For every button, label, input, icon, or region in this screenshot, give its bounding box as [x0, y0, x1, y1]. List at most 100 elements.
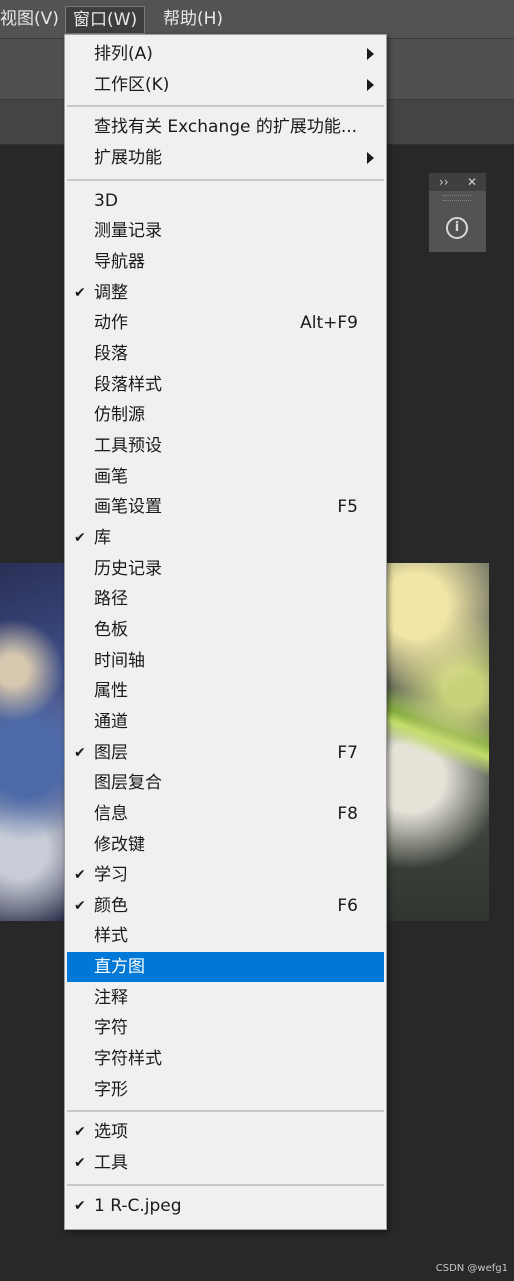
collapsed-info-panel: ›› ✕ i — [428, 172, 487, 253]
menu-item-label: 图层 — [94, 742, 128, 763]
menu-item[interactable]: 动作 Alt+F9 — [67, 308, 384, 338]
window-menu-dropdown: 排列(A) 工作区(K) 查找有关 Exchange 的扩展功能... 扩展功能 3D 测… — [64, 34, 387, 1230]
checkmark-icon: ✔ — [74, 867, 86, 884]
menu-view[interactable]: 视图(V) — [0, 0, 59, 38]
menu-item[interactable]: 工具预设 — [67, 431, 384, 461]
submenu-arrow-icon — [367, 78, 374, 91]
watermark: CSDN @wefg1 — [435, 1263, 508, 1274]
checkmark-icon: ✔ — [74, 1197, 86, 1214]
menu-item-label: 画笔设置 — [94, 497, 162, 518]
menu-item-label: 修改键 — [94, 834, 145, 855]
menu-item-label: 工具 — [94, 1153, 128, 1174]
document-image-left — [0, 563, 64, 921]
menu-item-label: 时间轴 — [94, 650, 145, 671]
menu-item-label: 排列(A) — [94, 44, 153, 64]
menu-item-label: 3D — [94, 190, 118, 211]
menu-item[interactable]: 图层复合 — [67, 768, 384, 798]
menu-item-label: 仿制源 — [94, 405, 145, 426]
menu-item[interactable]: 排列(A) — [67, 39, 384, 69]
menu-item[interactable]: ✔ 库 — [67, 523, 384, 553]
menu-separator — [67, 1110, 384, 1113]
menu-separator — [67, 178, 384, 181]
menu-window[interactable]: 窗口(W) — [65, 6, 146, 34]
menu-item-shortcut: Alt+F9 — [300, 313, 358, 334]
menu-item[interactable]: 导航器 — [67, 247, 384, 277]
double-chevron-right-icon[interactable]: ›› — [439, 173, 449, 191]
menu-item[interactable]: 色板 — [67, 615, 384, 645]
menu-item[interactable]: 路径 — [67, 584, 384, 614]
document-image-right — [384, 563, 489, 921]
menu-item-label: 段落 — [94, 343, 128, 364]
menu-item[interactable]: 段落样式 — [67, 370, 384, 400]
menu-item-label: 选项 — [94, 1122, 128, 1143]
menu-item-label: 颜色 — [94, 895, 128, 916]
submenu-arrow-icon — [367, 48, 374, 60]
menu-item[interactable]: 查找有关 Exchange 的扩展功能... — [67, 112, 384, 142]
submenu-arrow-icon — [367, 151, 374, 164]
menu-item[interactable]: 画笔 — [67, 462, 384, 492]
menu-item[interactable]: 时间轴 — [67, 646, 384, 676]
menu-item-label: 字形 — [94, 1079, 128, 1100]
menu-item-label: 动作 — [94, 313, 128, 334]
menu-item[interactable]: 直方图 — [67, 952, 384, 983]
menu-item-label: 画笔 — [94, 466, 128, 487]
menu-item[interactable]: 工作区(K) — [67, 70, 384, 100]
menu-item-label: 历史记录 — [94, 558, 162, 579]
menu-item[interactable]: 注释 — [67, 983, 384, 1013]
menu-separator — [67, 1183, 384, 1186]
menu-item[interactable]: 字符 — [67, 1013, 384, 1043]
menu-item[interactable]: ✔ 1 R-C.jpeg — [67, 1191, 384, 1221]
menu-item[interactable]: 属性 — [67, 676, 384, 706]
menu-item-label: 查找有关 Exchange 的扩展功能... — [94, 117, 358, 138]
menu-item[interactable]: 通道 — [67, 707, 384, 737]
checkmark-icon: ✔ — [74, 529, 86, 546]
menu-item-shortcut: F7 — [337, 742, 358, 763]
info-icon[interactable]: i — [446, 217, 468, 239]
menu-item[interactable]: 仿制源 — [67, 400, 384, 430]
menu-item[interactable]: ✔ 学习 — [67, 860, 384, 890]
menu-separator — [67, 105, 384, 108]
menu-item-label: 工作区(K) — [94, 74, 170, 95]
menu-item[interactable]: ✔ 选项 — [67, 1117, 384, 1147]
menu-item[interactable]: 字形 — [67, 1075, 384, 1105]
checkmark-icon: ✔ — [74, 1124, 86, 1141]
menu-item-label: 路径 — [94, 589, 128, 610]
checkmark-icon: ✔ — [74, 744, 86, 761]
menu-item[interactable]: 画笔设置 F5 — [67, 492, 384, 522]
menu-item-label: 属性 — [94, 681, 128, 702]
menu-item-label: 图层复合 — [94, 773, 162, 794]
menu-item-label: 测量记录 — [94, 221, 162, 242]
checkmark-icon: ✔ — [74, 1155, 86, 1172]
menu-item-shortcut: F8 — [337, 803, 358, 824]
menu-item[interactable]: 样式 — [67, 921, 384, 951]
menu-item-label: 色板 — [94, 619, 128, 640]
menu-item-label: 库 — [94, 527, 111, 548]
menu-item-label: 注释 — [94, 987, 128, 1008]
menu-item-label: 字符 — [94, 1018, 128, 1039]
menu-item[interactable]: ✔ 调整 — [67, 278, 384, 308]
panel-grip[interactable] — [443, 195, 471, 201]
close-icon[interactable]: ✕ — [467, 173, 477, 191]
menu-item-label: 样式 — [94, 926, 128, 947]
menu-item[interactable]: 3D — [67, 186, 384, 216]
menu-item-shortcut: F6 — [337, 895, 358, 916]
menu-item[interactable]: 历史记录 — [67, 554, 384, 584]
menu-item[interactable]: ✔ 工具 — [67, 1148, 384, 1178]
menu-item-label: 段落样式 — [94, 374, 162, 395]
checkmark-icon: ✔ — [74, 284, 86, 301]
menu-help[interactable]: 帮助(H) — [163, 0, 223, 38]
menu-item[interactable]: 测量记录 — [67, 216, 384, 246]
menu-item-label: 1 R-C.jpeg — [94, 1195, 182, 1216]
menu-item[interactable]: 段落 — [67, 339, 384, 369]
menu-item-label: 字符样式 — [94, 1049, 162, 1070]
menu-item[interactable]: 修改键 — [67, 830, 384, 860]
menu-item-label: 工具预设 — [94, 435, 162, 456]
menu-item-label: 扩展功能 — [94, 147, 162, 168]
menu-item-label: 调整 — [94, 282, 128, 303]
menu-item[interactable]: 信息 F8 — [67, 799, 384, 829]
menu-item[interactable]: 字符样式 — [67, 1044, 384, 1074]
menu-item-shortcut: F5 — [337, 497, 358, 518]
menu-item[interactable]: 扩展功能 — [67, 143, 384, 173]
menu-item[interactable]: ✔ 颜色 F6 — [67, 891, 384, 921]
menu-item[interactable]: ✔ 图层 F7 — [67, 738, 384, 768]
